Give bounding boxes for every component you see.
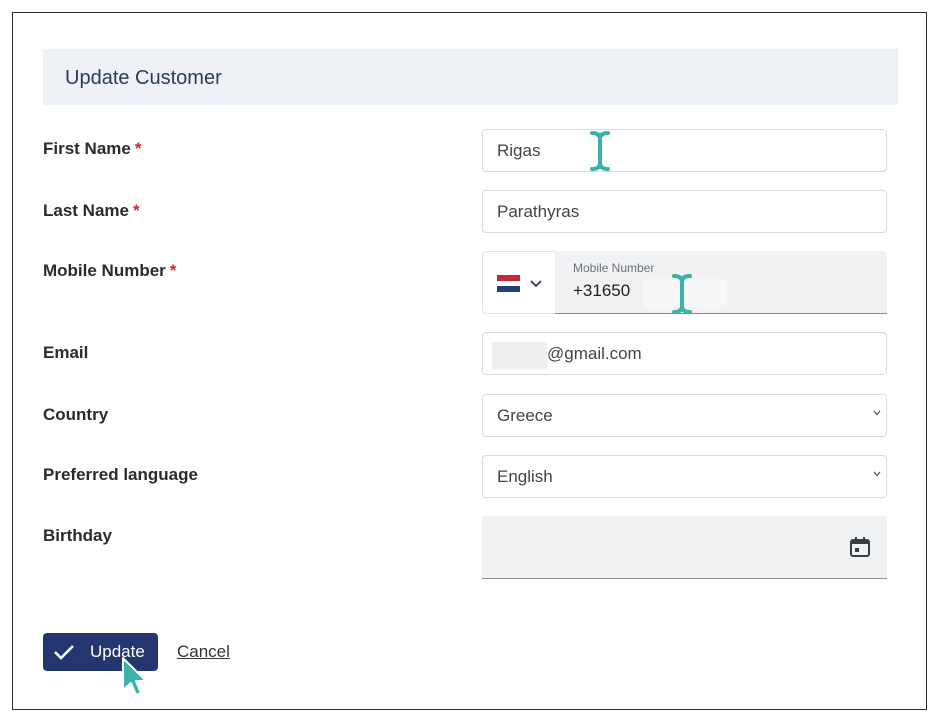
cancel-link[interactable]: Cancel (177, 642, 230, 662)
required-marker: * (134, 139, 142, 158)
text-cursor-icon (672, 274, 692, 314)
email-input[interactable]: @gmail.com (482, 332, 887, 375)
first-name-label: First Name * (43, 139, 142, 158)
mobile-number-label: Mobile Number * (43, 261, 177, 280)
required-marker: * (132, 201, 140, 220)
check-icon (54, 645, 74, 660)
preferred-language-value: English (497, 467, 553, 486)
first-name-input[interactable]: Rigas (482, 129, 887, 172)
preferred-language-label: Preferred language (43, 465, 198, 484)
birthday-date-input[interactable] (482, 516, 887, 579)
chevron-down-icon (873, 471, 881, 477)
mobile-number-value: +31650 (573, 281, 631, 300)
first-name-value: Rigas (497, 141, 541, 160)
country-value: Greece (497, 406, 553, 425)
email-value: @gmail.com (547, 344, 642, 363)
birthday-label: Birthday (43, 526, 112, 545)
chevron-down-icon (530, 280, 542, 288)
text-cursor-icon (590, 131, 610, 171)
required-marker: * (169, 261, 177, 280)
form-header: Update Customer (43, 49, 898, 105)
last-name-value: Parathyras (497, 202, 580, 221)
calendar-icon[interactable] (849, 536, 871, 558)
last-name-input[interactable]: Parathyras (482, 190, 887, 233)
country-select[interactable]: Greece (482, 394, 887, 437)
page-title: Update Customer (65, 67, 222, 89)
mobile-number-input[interactable]: Mobile Number +31650 (555, 251, 887, 314)
chevron-down-icon (873, 410, 881, 416)
country-code-select[interactable] (482, 251, 555, 314)
preferred-language-select[interactable]: English (482, 455, 887, 498)
mobile-number-float-label: Mobile Number (573, 261, 655, 275)
last-name-label: Last Name * (43, 201, 140, 220)
country-label: Country (43, 405, 109, 424)
mouse-pointer-icon (122, 657, 147, 696)
netherlands-flag-icon (497, 275, 520, 292)
redacted-area (492, 342, 547, 369)
email-label: Email (43, 343, 89, 362)
